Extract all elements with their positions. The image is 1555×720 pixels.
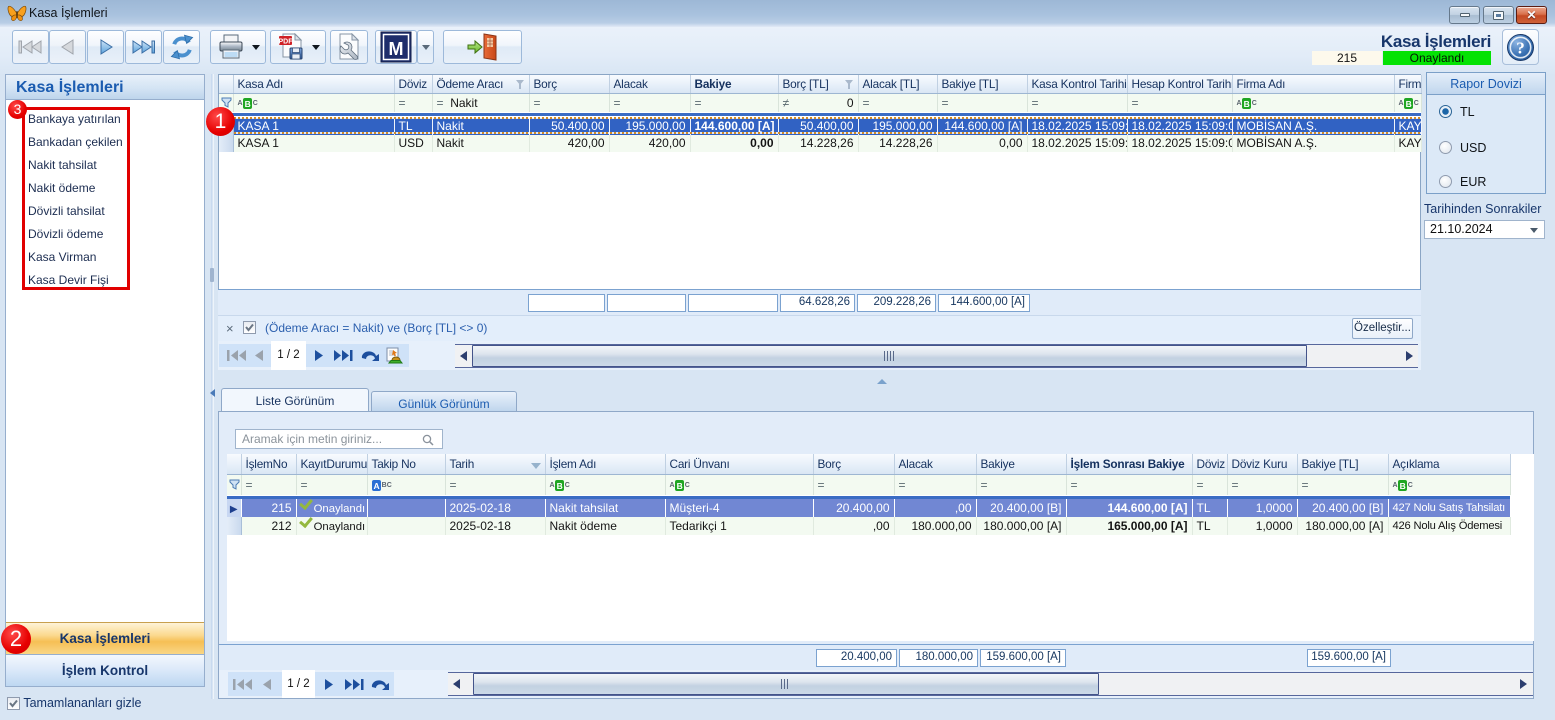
svg-text:?: ? [1516, 39, 1525, 58]
svg-text:PDF: PDF [279, 39, 294, 46]
svg-text:M: M [389, 39, 404, 59]
